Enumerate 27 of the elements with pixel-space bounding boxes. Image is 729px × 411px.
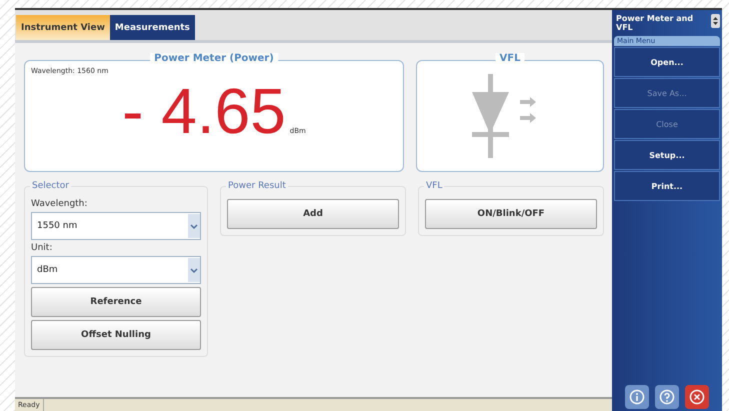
- info-icon: [629, 389, 645, 405]
- menu-item[interactable]: Print...: [614, 171, 720, 201]
- scroll-arrows-icon[interactable]: [711, 14, 720, 28]
- group-title: Power Result: [226, 181, 288, 191]
- power-reading: - 4.65: [122, 79, 286, 143]
- help-button[interactable]: [655, 385, 679, 409]
- wavelength-dropdown[interactable]: 1550 nm: [31, 212, 201, 240]
- close-button[interactable]: [685, 385, 709, 409]
- panel-title: VFL: [496, 53, 524, 64]
- panel-title: Power Meter (Power): [150, 53, 278, 64]
- selector-button[interactable]: Reference: [31, 287, 201, 317]
- tab[interactable]: Measurements: [110, 15, 195, 40]
- group-title: VFL: [424, 181, 444, 191]
- info-button[interactable]: [625, 385, 649, 409]
- menu-item[interactable]: Open...: [614, 47, 720, 77]
- help-icon: [659, 389, 675, 405]
- tab[interactable]: Instrument View: [16, 15, 110, 40]
- close-icon: [689, 389, 705, 405]
- unit-dropdown[interactable]: dBm: [31, 256, 201, 284]
- field-label: Wavelength:: [31, 199, 88, 209]
- vfl-toggle-button[interactable]: ON/Blink/OFF: [425, 199, 597, 229]
- add-button[interactable]: Add: [227, 199, 399, 229]
- field-label: Unit:: [31, 243, 54, 253]
- group-title: Selector: [30, 181, 71, 191]
- menu-item[interactable]: Setup...: [614, 140, 720, 170]
- selector-button[interactable]: Offset Nulling: [31, 320, 201, 350]
- sidebar-title: Power Meter and VFL: [616, 14, 694, 32]
